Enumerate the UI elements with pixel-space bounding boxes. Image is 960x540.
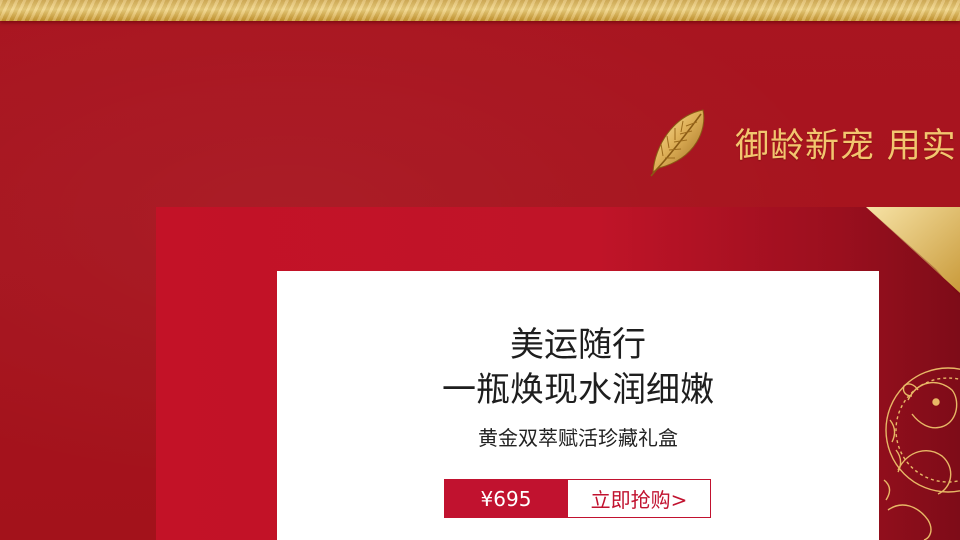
banner-headline: 御龄新宠 用实 [645,106,957,178]
gold-leaf-icon [650,109,705,177]
product-title-line-2: 一瓶焕现水润细嫩 [442,370,714,410]
gold-corner-decoration [866,207,960,297]
headline-text: 御龄新宠 用实 [735,125,957,166]
purchase-row: ¥695 立即抢购> [444,479,711,518]
product-title-line-1: 美运随行 [510,325,646,365]
product-card: 美运随行 一瓶焕现水润细嫩 黄金双萃赋活珍藏礼盒 ¥695 立即抢购> [277,271,879,540]
product-subtitle: 黄金双萃赋活珍藏礼盒 [478,426,678,450]
price-tag: ¥695 [444,479,568,518]
gold-top-border [0,0,960,21]
buy-now-button[interactable]: 立即抢购> [568,479,711,518]
gold-rat-illustration [883,367,960,540]
